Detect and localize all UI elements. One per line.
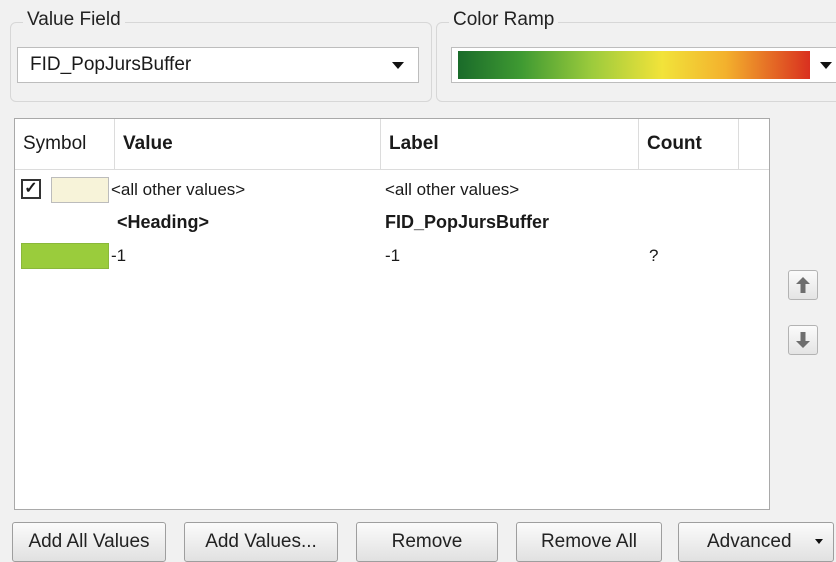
add-values-button[interactable]: Add Values... xyxy=(184,522,338,562)
symbol-swatch[interactable] xyxy=(51,177,109,203)
symbol-swatch[interactable] xyxy=(21,243,109,269)
chevron-down-icon xyxy=(820,61,832,69)
row-count: ? xyxy=(649,246,659,265)
list-header: Symbol Value Label Count xyxy=(15,119,769,170)
row-label: <all other values> xyxy=(385,180,520,199)
row-label: FID_PopJursBuffer xyxy=(385,212,550,232)
color-ramp-dropdown[interactable] xyxy=(451,47,836,83)
row-value: -1 xyxy=(111,246,127,265)
chevron-down-icon xyxy=(392,61,404,69)
color-ramp-group: Color Ramp xyxy=(436,9,836,102)
value-field-group: Value Field FID_PopJursBuffer xyxy=(10,9,432,102)
row-value: <Heading> xyxy=(117,212,210,232)
column-header-count[interactable]: Count xyxy=(639,119,739,169)
list-item[interactable]: -1 -1 ? xyxy=(15,241,769,271)
column-header-symbol[interactable]: Symbol xyxy=(15,119,115,169)
move-down-icon xyxy=(796,332,810,348)
advanced-label: Advanced xyxy=(707,531,792,552)
move-up-icon xyxy=(796,277,810,293)
advanced-button[interactable]: Advanced xyxy=(678,522,834,562)
move-up-button[interactable] xyxy=(788,270,818,300)
remove-all-button[interactable]: Remove All xyxy=(516,522,662,562)
add-all-values-button[interactable]: Add All Values xyxy=(12,522,166,562)
row-label: -1 xyxy=(385,246,401,265)
column-header-label[interactable]: Label xyxy=(381,119,639,169)
value-field-selected: FID_PopJursBuffer xyxy=(30,54,192,75)
remove-button[interactable]: Remove xyxy=(356,522,498,562)
dropdown-arrow-icon xyxy=(815,539,823,544)
value-field-legend: Value Field xyxy=(23,9,125,31)
color-ramp-swatch xyxy=(458,51,810,79)
column-header-value[interactable]: Value xyxy=(115,119,381,169)
color-ramp-legend: Color Ramp xyxy=(449,9,559,31)
move-down-button[interactable] xyxy=(788,325,818,355)
value-field-dropdown[interactable]: FID_PopJursBuffer xyxy=(17,47,419,83)
check-icon: ✓ xyxy=(24,180,38,197)
values-list[interactable]: Symbol Value Label Count ✓ <all other va… xyxy=(14,118,770,510)
list-item[interactable]: ✓ <all other values> <all other values> xyxy=(15,175,769,205)
row-checkbox[interactable]: ✓ xyxy=(21,179,41,199)
list-item-heading[interactable]: <Heading> FID_PopJursBuffer xyxy=(15,207,769,237)
row-value: <all other values> xyxy=(111,180,246,199)
